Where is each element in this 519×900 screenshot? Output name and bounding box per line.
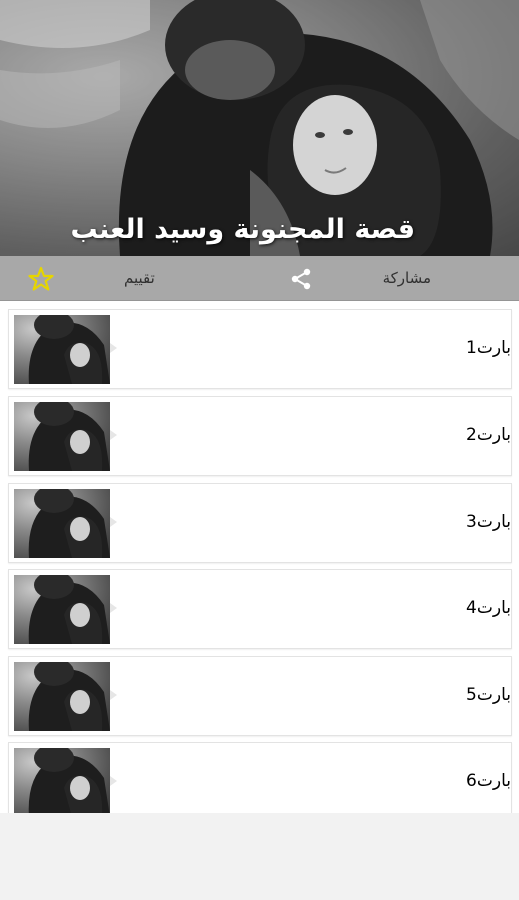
thumbnail-image bbox=[14, 748, 110, 813]
arrow-icon bbox=[110, 517, 117, 527]
list-item[interactable]: بارت6 bbox=[8, 742, 512, 813]
parts-list: بارت1 بارت2 بارت3 بارت4 بارت5 بارت6 bbox=[0, 301, 519, 813]
header-image: قصة المجنونة وسيد العنب bbox=[0, 0, 519, 256]
list-item[interactable]: بارت5 bbox=[8, 656, 512, 736]
action-bar: مشاركة تقييم bbox=[0, 256, 519, 301]
thumbnail-image bbox=[14, 662, 110, 731]
page-title: قصة المجنونة وسيد العنب bbox=[70, 214, 415, 245]
list-item[interactable]: بارت1 bbox=[8, 309, 512, 389]
arrow-icon bbox=[110, 690, 117, 700]
arrow-icon bbox=[110, 430, 117, 440]
list-item-label: بارت5 bbox=[466, 685, 511, 705]
list-item-label: بارت3 bbox=[466, 512, 511, 532]
arrow-icon bbox=[110, 603, 117, 613]
list-item[interactable]: بارت3 bbox=[8, 483, 512, 563]
list-item-label: بارت4 bbox=[466, 598, 511, 618]
thumbnail-image bbox=[14, 575, 110, 644]
share-icon[interactable] bbox=[290, 268, 312, 290]
empty-footer-area bbox=[0, 813, 519, 900]
list-item-label: بارت6 bbox=[466, 771, 511, 791]
share-button-label[interactable]: مشاركة bbox=[383, 269, 431, 287]
arrow-icon bbox=[110, 343, 117, 353]
thumbnail-image bbox=[14, 489, 110, 558]
thumbnail-image bbox=[14, 402, 110, 471]
thumbnail-image bbox=[14, 315, 110, 384]
star-icon[interactable] bbox=[28, 266, 54, 292]
rate-button-label[interactable]: تقييم bbox=[124, 269, 155, 287]
arrow-icon bbox=[110, 776, 117, 786]
list-item[interactable]: بارت2 bbox=[8, 396, 512, 476]
list-item-label: بارت1 bbox=[466, 338, 511, 358]
list-item[interactable]: بارت4 bbox=[8, 569, 512, 649]
list-item-label: بارت2 bbox=[466, 425, 511, 445]
